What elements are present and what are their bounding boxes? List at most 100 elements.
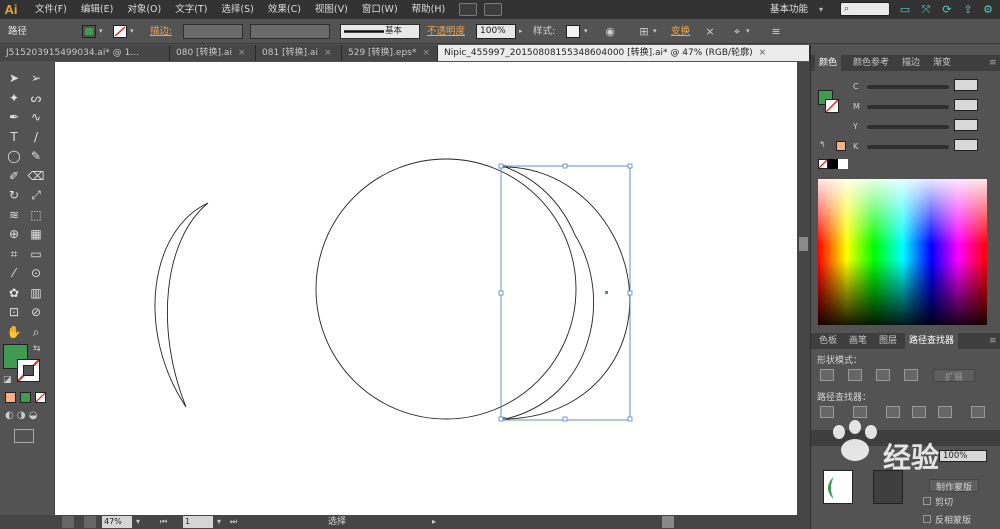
opacity-field[interactable]: 100% — [476, 24, 516, 39]
variable-width-dropdown[interactable] — [250, 24, 330, 39]
anchor-points[interactable] — [503, 165, 608, 420]
cyan-value-field[interactable] — [954, 79, 978, 91]
magenta-value-field[interactable] — [954, 99, 978, 111]
tab-stroke[interactable]: 描边 — [898, 55, 924, 71]
tab-color[interactable]: 颜色 — [815, 55, 842, 71]
menu-effect[interactable]: 效果(C) — [261, 0, 308, 19]
tab-gradient[interactable]: 渐变 — [929, 55, 955, 71]
menu-view[interactable]: 视图(V) — [308, 0, 355, 19]
gradient-mode-icon[interactable] — [20, 392, 31, 403]
panel-menu-icon[interactable]: ≡ — [985, 55, 1000, 71]
black-key-slider[interactable] — [867, 145, 949, 149]
exclude-button[interactable] — [904, 369, 918, 381]
menu-help[interactable]: 帮助(H) — [405, 0, 453, 19]
expand-button[interactable]: 扩展 — [933, 369, 975, 383]
scale-tool[interactable]: ⤢ — [27, 186, 45, 204]
transform-link[interactable]: 变换 — [671, 19, 690, 44]
white-swatch[interactable] — [838, 159, 848, 169]
close-icon[interactable]: × — [422, 48, 430, 58]
last-color-swatch[interactable] — [836, 141, 846, 151]
restore-icon[interactable]: ⤧ — [916, 0, 936, 19]
direct-selection-tool[interactable]: ➢ — [27, 69, 45, 87]
menu-file[interactable]: 文件(F) — [28, 0, 74, 19]
artboard-options-icon[interactable] — [84, 516, 96, 528]
graph-tool[interactable]: ▥ — [27, 284, 45, 302]
menu-object[interactable]: 对象(O) — [120, 0, 168, 19]
artboard-canvas[interactable] — [55, 62, 797, 515]
yellow-slider[interactable] — [867, 125, 949, 129]
search-input[interactable]: ⌕ — [840, 2, 890, 16]
crescent-left-shape[interactable] — [154, 202, 209, 408]
selection-bounding-box[interactable] — [500, 165, 631, 421]
graphic-style-swatch[interactable] — [566, 25, 580, 38]
invert-mask-checkbox[interactable] — [923, 515, 931, 523]
chevron-down-icon[interactable]: ▾ — [130, 19, 134, 44]
fill-swatch[interactable] — [82, 25, 96, 38]
out-of-gamut-icon[interactable]: ↰ — [819, 140, 826, 149]
black-swatch[interactable] — [828, 159, 838, 169]
bridge-icon[interactable] — [459, 3, 478, 16]
tab-document-2[interactable]: 080 [转换].ai × — [170, 45, 256, 61]
chevron-down-icon[interactable]: ▾ — [653, 19, 657, 44]
menu-edit[interactable]: 编辑(E) — [74, 0, 120, 19]
lasso-tool[interactable]: ᔕ — [27, 89, 45, 107]
perspective-tool[interactable]: ▦ — [27, 225, 45, 243]
tab-brushes[interactable]: 画笔 — [845, 333, 871, 349]
share-icon[interactable]: ⇪ — [958, 0, 978, 19]
magenta-slider[interactable] — [867, 105, 949, 109]
stroke-weight-field[interactable] — [183, 24, 243, 39]
slice-tool[interactable]: ⊘ — [27, 303, 45, 321]
minus-front-button[interactable] — [848, 369, 862, 381]
rotate-tool[interactable]: ↻ — [5, 186, 23, 204]
horizontal-scroll-thumb[interactable] — [662, 516, 674, 528]
close-icon[interactable]: × — [759, 48, 767, 58]
default-colors-icon[interactable]: ◪ — [3, 375, 12, 385]
ellipse-tool[interactable]: ◯ — [5, 147, 23, 165]
divide-button[interactable] — [820, 406, 834, 418]
tab-layers[interactable]: 图层 — [875, 333, 901, 349]
menu-window[interactable]: 窗口(W) — [355, 0, 405, 19]
recolor-artwork-icon[interactable]: ◉ — [603, 25, 617, 38]
screen-mode-icon[interactable] — [14, 429, 34, 443]
minimize-icon[interactable]: ▭ — [895, 0, 915, 19]
chevron-down-icon[interactable]: ▾ — [819, 0, 823, 19]
brush-definition-dropdown[interactable]: 基本 — [340, 24, 420, 39]
none-color-swatch[interactable] — [818, 159, 828, 169]
crescent-right-shape[interactable] — [504, 166, 631, 420]
workspace-switcher[interactable]: 基本功能 — [770, 0, 808, 19]
warp-tool[interactable]: ≋ — [5, 206, 23, 224]
selection-tool[interactable]: ➤ — [5, 69, 23, 87]
eraser-tool[interactable]: ⌫ — [27, 167, 45, 185]
unite-button[interactable] — [820, 369, 834, 381]
draw-modes-icon[interactable]: ◐ ◑ ◒ — [5, 410, 48, 423]
crop-button[interactable] — [912, 406, 926, 418]
type-tool[interactable]: T — [5, 128, 23, 146]
menu-select[interactable]: 选择(S) — [214, 0, 260, 19]
chevron-down-icon[interactable]: ▾ — [584, 19, 588, 44]
panel-stroke-swatch[interactable] — [825, 99, 839, 113]
outline-button[interactable] — [938, 406, 952, 418]
artboard-number-field[interactable]: 1 — [183, 516, 213, 528]
gradient-tool[interactable]: ▭ — [27, 245, 45, 263]
chevron-right-icon[interactable]: ▸ — [432, 516, 436, 528]
curvature-tool[interactable]: ∿ — [27, 108, 45, 126]
chevron-down-icon[interactable]: ▾ — [99, 19, 103, 44]
settings-icon[interactable]: ⚙ — [978, 0, 998, 19]
tab-pathfinder[interactable]: 路径查找器 — [905, 333, 959, 349]
mesh-tool[interactable]: ⌗ — [5, 245, 23, 263]
paintbrush-tool[interactable]: ✎ — [27, 147, 45, 165]
shape-builder-tool[interactable]: ⊕ — [5, 225, 23, 243]
cyan-slider[interactable] — [867, 85, 949, 89]
symbol-sprayer-tool[interactable]: ✿ — [5, 284, 23, 302]
first-artboard-icon[interactable]: ⏮ — [160, 516, 167, 528]
tab-document-active[interactable]: Nipic_455997_20150808155348604000 [转换].a… — [438, 45, 810, 61]
chevron-down-icon[interactable]: ▾ — [217, 516, 221, 528]
artwork[interactable] — [55, 62, 797, 515]
chevron-down-icon[interactable]: ▾ — [136, 516, 140, 528]
swap-fill-stroke-icon[interactable]: ⇆ — [33, 344, 41, 354]
scrollbar-thumb[interactable] — [799, 237, 808, 251]
intersect-button[interactable] — [876, 369, 890, 381]
blend-tool[interactable]: ⊙ — [27, 264, 45, 282]
black-key-value-field[interactable] — [954, 139, 978, 151]
artboard-tool[interactable]: ⊡ — [5, 303, 23, 321]
